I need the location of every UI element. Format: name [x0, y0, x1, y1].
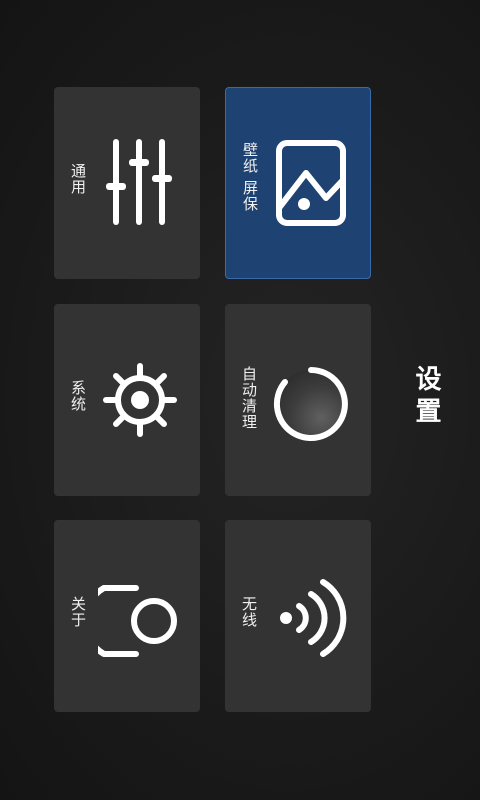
- person-icon: [81, 580, 182, 666]
- tile-wireless-label: 无线: [240, 596, 258, 628]
- ship-wheel-icon: [102, 362, 178, 442]
- tile-autoclean[interactable]: 自动清理: [225, 304, 371, 496]
- equalizer-icon: [106, 137, 176, 231]
- page-title: 设置: [411, 365, 441, 429]
- ring-gauge-icon: [269, 362, 353, 450]
- tile-autoclean-label: 自动清理: [240, 366, 258, 430]
- tile-system[interactable]: 系统: [54, 304, 200, 496]
- tile-general-label: 通用: [69, 163, 87, 195]
- tile-about[interactable]: 关于: [54, 520, 200, 712]
- tile-wallpaper[interactable]: 壁纸 屏保: [225, 87, 371, 279]
- tile-about-label: 关于: [69, 596, 87, 628]
- tile-wireless[interactable]: 无线: [225, 520, 371, 712]
- tile-general[interactable]: 通用: [54, 87, 200, 279]
- picture-icon: [274, 138, 348, 232]
- tile-wallpaper-label: 壁纸 屏保: [241, 142, 259, 212]
- wifi-icon: [275, 576, 351, 664]
- tile-system-label: 系统: [69, 380, 87, 412]
